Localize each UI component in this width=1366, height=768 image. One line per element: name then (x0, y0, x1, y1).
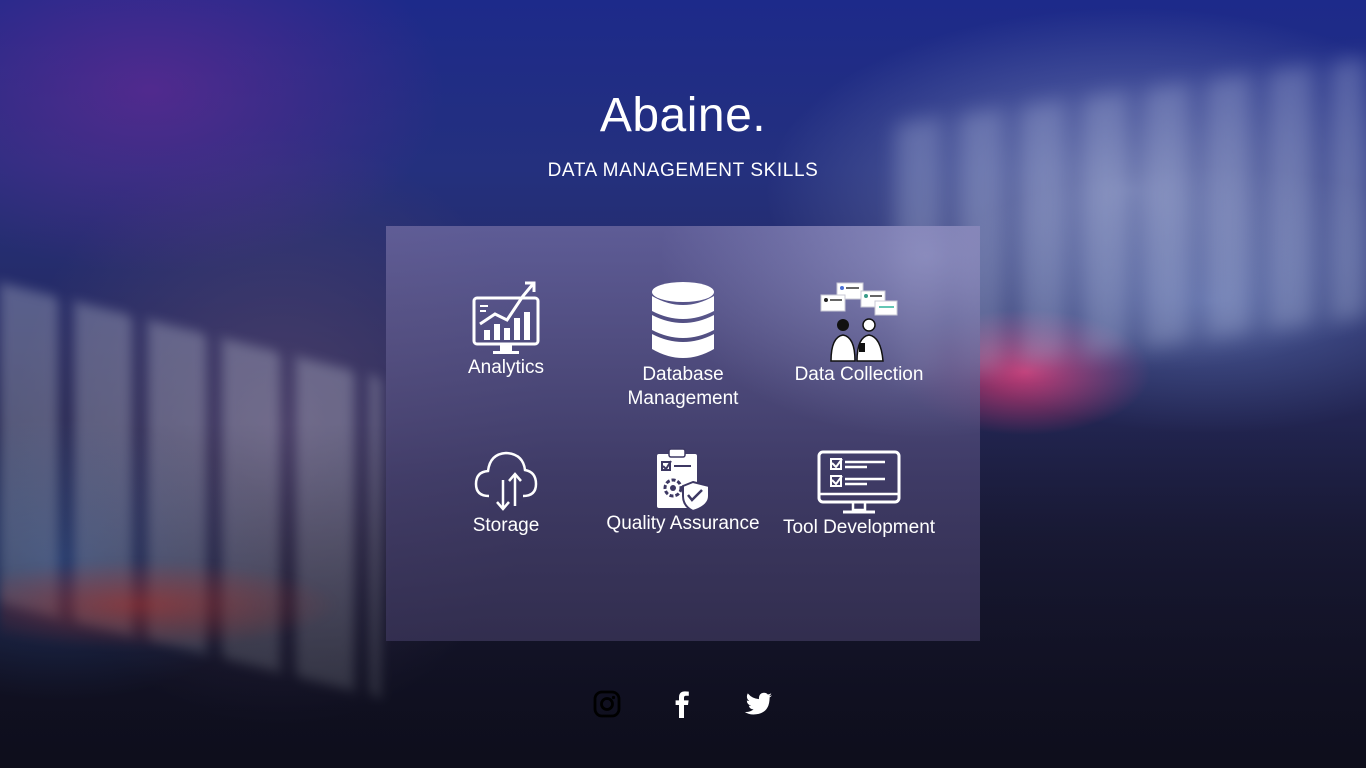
quality-checklist-icon (657, 448, 710, 512)
skill-database-management: Database Management (595, 281, 771, 411)
monitor-checklist-icon (817, 450, 901, 514)
skill-quality-assurance: Quality Assurance (595, 448, 771, 536)
data-collection-illustration (820, 282, 898, 362)
twitter-link[interactable] (743, 690, 772, 718)
facebook-icon (675, 691, 689, 718)
skill-data-collection: Data Collection (771, 281, 947, 387)
skill-label-analytics: Analytics (467, 357, 545, 378)
skill-tool-development: Tool Development (771, 450, 947, 540)
instagram-icon (593, 690, 621, 718)
instagram-link[interactable] (593, 690, 621, 718)
skill-storage: Storage (418, 448, 594, 538)
skill-label-data-collection: Data Collection (794, 364, 924, 385)
brand-title: Abaine. (599, 89, 767, 142)
facebook-link[interactable] (668, 690, 696, 718)
skill-label-database-management: Database Management (627, 364, 739, 409)
skill-analytics: Analytics (418, 280, 594, 380)
skill-label-tool-development: Tool Development (782, 517, 936, 538)
twitter-icon (744, 692, 772, 715)
skills-card: Analytics Database Management Data Colle… (386, 226, 980, 641)
database-icon (652, 282, 714, 358)
skill-label-quality-assurance: Quality Assurance (606, 513, 760, 534)
cloud-storage-icon (474, 451, 538, 511)
analytics-monitor-icon (472, 281, 540, 354)
page-subtitle: DATA MANAGEMENT SKILLS (547, 160, 819, 181)
skill-label-storage: Storage (472, 515, 540, 536)
